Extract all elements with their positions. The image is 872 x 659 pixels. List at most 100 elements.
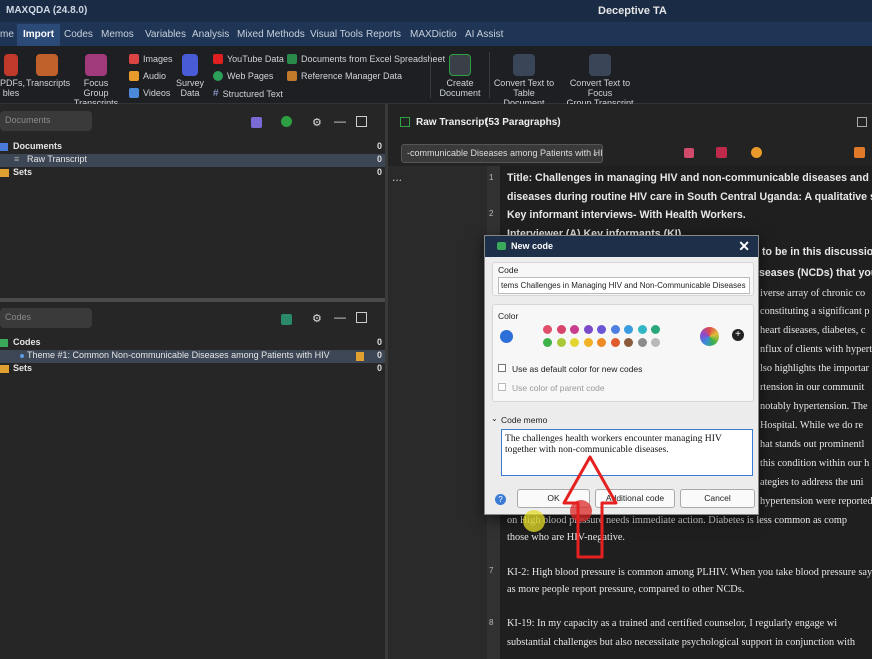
text-line: constituting a significant p (760, 306, 870, 317)
menu-ai-assist[interactable]: AI Assist (465, 29, 503, 40)
chevron-down-icon[interactable]: ⌄ (491, 414, 498, 423)
menu-home[interactable]: me (0, 29, 14, 40)
default-color-checkbox[interactable] (498, 364, 506, 372)
add-color-icon[interactable]: + (732, 329, 744, 341)
text-line: Hospital. While we do re (760, 420, 864, 431)
code-selector[interactable]: -communicable Diseases among Patients wi… (401, 144, 603, 163)
code-name-input[interactable]: tems Challenges in Managing HIV and Non-… (498, 277, 750, 294)
text-line: Title: Challenges in managing HIV and no… (507, 172, 872, 184)
palette-swatch[interactable] (651, 325, 660, 334)
menu-mixed-methods[interactable]: Mixed Methods (237, 29, 305, 40)
minimize-icon[interactable]: — (334, 310, 346, 324)
web-pages-button[interactable]: Web Pages (213, 71, 273, 81)
menu-variables[interactable]: Variables (145, 29, 186, 40)
maximize-icon[interactable] (857, 117, 867, 127)
comment-icon[interactable] (854, 147, 865, 158)
tree-row-theme-1[interactable]: Theme #1: Common Non-communicable Diseas… (0, 350, 385, 363)
new-code-icon[interactable] (281, 314, 292, 325)
gear-icon[interactable]: ⚙ (312, 312, 323, 325)
menu-reports[interactable]: Reports (366, 29, 401, 40)
tree-count: 0 (376, 154, 382, 164)
reference-manager-button[interactable]: Reference Manager Data (287, 71, 402, 81)
palette-swatch[interactable] (543, 338, 552, 347)
edit-document-icon[interactable] (400, 117, 410, 127)
cancel-button[interactable]: Cancel (680, 489, 755, 508)
text-line: KI-2: High blood pressure is common amon… (507, 567, 872, 578)
tree-row-codes[interactable]: Codes 0 (0, 337, 385, 350)
help-icon[interactable]: ? (495, 494, 506, 505)
import-images-button[interactable]: Images (129, 54, 173, 64)
menu-analysis[interactable]: Analysis (192, 29, 229, 40)
palette-swatch[interactable] (624, 338, 633, 347)
import-videos-button[interactable]: Videos (129, 88, 170, 98)
palette-swatch[interactable] (637, 338, 647, 347)
selected-color-swatch[interactable] (500, 330, 513, 343)
document-browser-header: Raw Transcript (53 Paragraphs) (388, 104, 872, 142)
tree-count: 0 (376, 141, 382, 151)
palette-swatch[interactable] (637, 325, 647, 334)
palette-swatch[interactable] (570, 325, 579, 334)
gear-icon[interactable]: ⚙ (312, 116, 323, 129)
import-pdfs-button[interactable]: PDFs, bles (0, 54, 25, 98)
menu-bar: me Import Codes Memos Variables Analysis… (0, 22, 872, 46)
tree-row-documents[interactable]: Documents 0 (0, 141, 385, 154)
palette-swatch[interactable] (624, 325, 633, 334)
emoticode-icon[interactable] (751, 147, 762, 158)
title-bar: MAXQDA (24.8.0) Deceptive TA (0, 0, 872, 22)
palette-swatch[interactable] (610, 338, 620, 347)
images-label: Images (143, 54, 173, 64)
excel-import-button[interactable]: Documents from Excel Spreadsheet (287, 54, 445, 64)
menu-memos[interactable]: Memos (101, 29, 134, 40)
codes-search[interactable]: Codes (0, 308, 92, 328)
maximize-icon[interactable] (356, 312, 367, 323)
structured-text-button[interactable]: # Structured Text (213, 88, 283, 99)
palette-swatch[interactable] (597, 325, 606, 334)
color-coding-icon[interactable] (716, 147, 727, 158)
convert-to-table-button[interactable]: Convert Text to Table Document (492, 54, 556, 108)
palette-swatch[interactable] (597, 338, 606, 347)
tree-count: 0 (376, 363, 382, 373)
transcripts-button[interactable]: Transcripts (26, 54, 70, 88)
paragraph-count: (53 Paragraphs) (485, 117, 561, 128)
documents-search[interactable]: Documents (0, 111, 92, 131)
menu-codes[interactable]: Codes (64, 29, 93, 40)
more-options[interactable]: ... (392, 170, 402, 184)
parent-color-checkbox[interactable] (498, 383, 506, 391)
focus-group-button[interactable]: Focus Group Transcripts (70, 54, 122, 108)
palette-swatch[interactable] (583, 325, 593, 334)
code-memo-textarea[interactable]: The challenges health workers encounter … (501, 429, 753, 476)
palette-swatch[interactable] (556, 325, 566, 334)
memo-icon[interactable] (356, 352, 364, 361)
ribbon: PDFs, bles Transcripts Focus Group Trans… (0, 46, 872, 108)
palette-swatch[interactable] (583, 338, 593, 347)
excel-icon (287, 54, 297, 64)
palette-swatch[interactable] (543, 325, 552, 334)
palette-swatch[interactable] (610, 325, 620, 334)
text-line: heart diseases, diabetes, c (760, 325, 866, 336)
convert-to-focus-group-button[interactable]: Convert Text to Focus Group Transcript (558, 54, 642, 108)
import-audio-button[interactable]: Audio (129, 71, 166, 81)
palette-swatch[interactable] (556, 338, 566, 347)
tree-row-raw-transcript[interactable]: ≡ Raw Transcript 0 (0, 154, 385, 167)
tree-count: 0 (376, 167, 382, 177)
palette-swatch[interactable] (570, 338, 579, 347)
menu-import[interactable]: Import (17, 24, 61, 46)
close-icon[interactable]: ✕ (738, 238, 750, 255)
menu-visual-tools[interactable]: Visual Tools (310, 29, 363, 40)
paragraph-number: 1 (489, 173, 494, 182)
maximize-icon[interactable] (356, 116, 367, 127)
document-icon[interactable] (251, 117, 262, 128)
create-document-button[interactable]: Create Document (434, 54, 486, 98)
text-line: hat stands out prominentl (760, 439, 865, 450)
tree-row-sets[interactable]: Sets 0 (0, 167, 385, 180)
color-wheel-icon[interactable] (700, 327, 719, 346)
add-icon[interactable] (281, 116, 292, 127)
survey-data-button[interactable]: Survey Data (176, 54, 204, 98)
menu-maxdictio[interactable]: MAXDictio (410, 29, 457, 40)
minimize-icon[interactable]: — (334, 114, 346, 128)
ribbon-separator (489, 52, 490, 98)
youtube-data-button[interactable]: YouTube Data (213, 54, 284, 64)
palette-swatch[interactable] (651, 338, 660, 347)
tree-row-code-sets[interactable]: Sets 0 (0, 363, 385, 376)
highlight-icon[interactable] (684, 148, 694, 158)
